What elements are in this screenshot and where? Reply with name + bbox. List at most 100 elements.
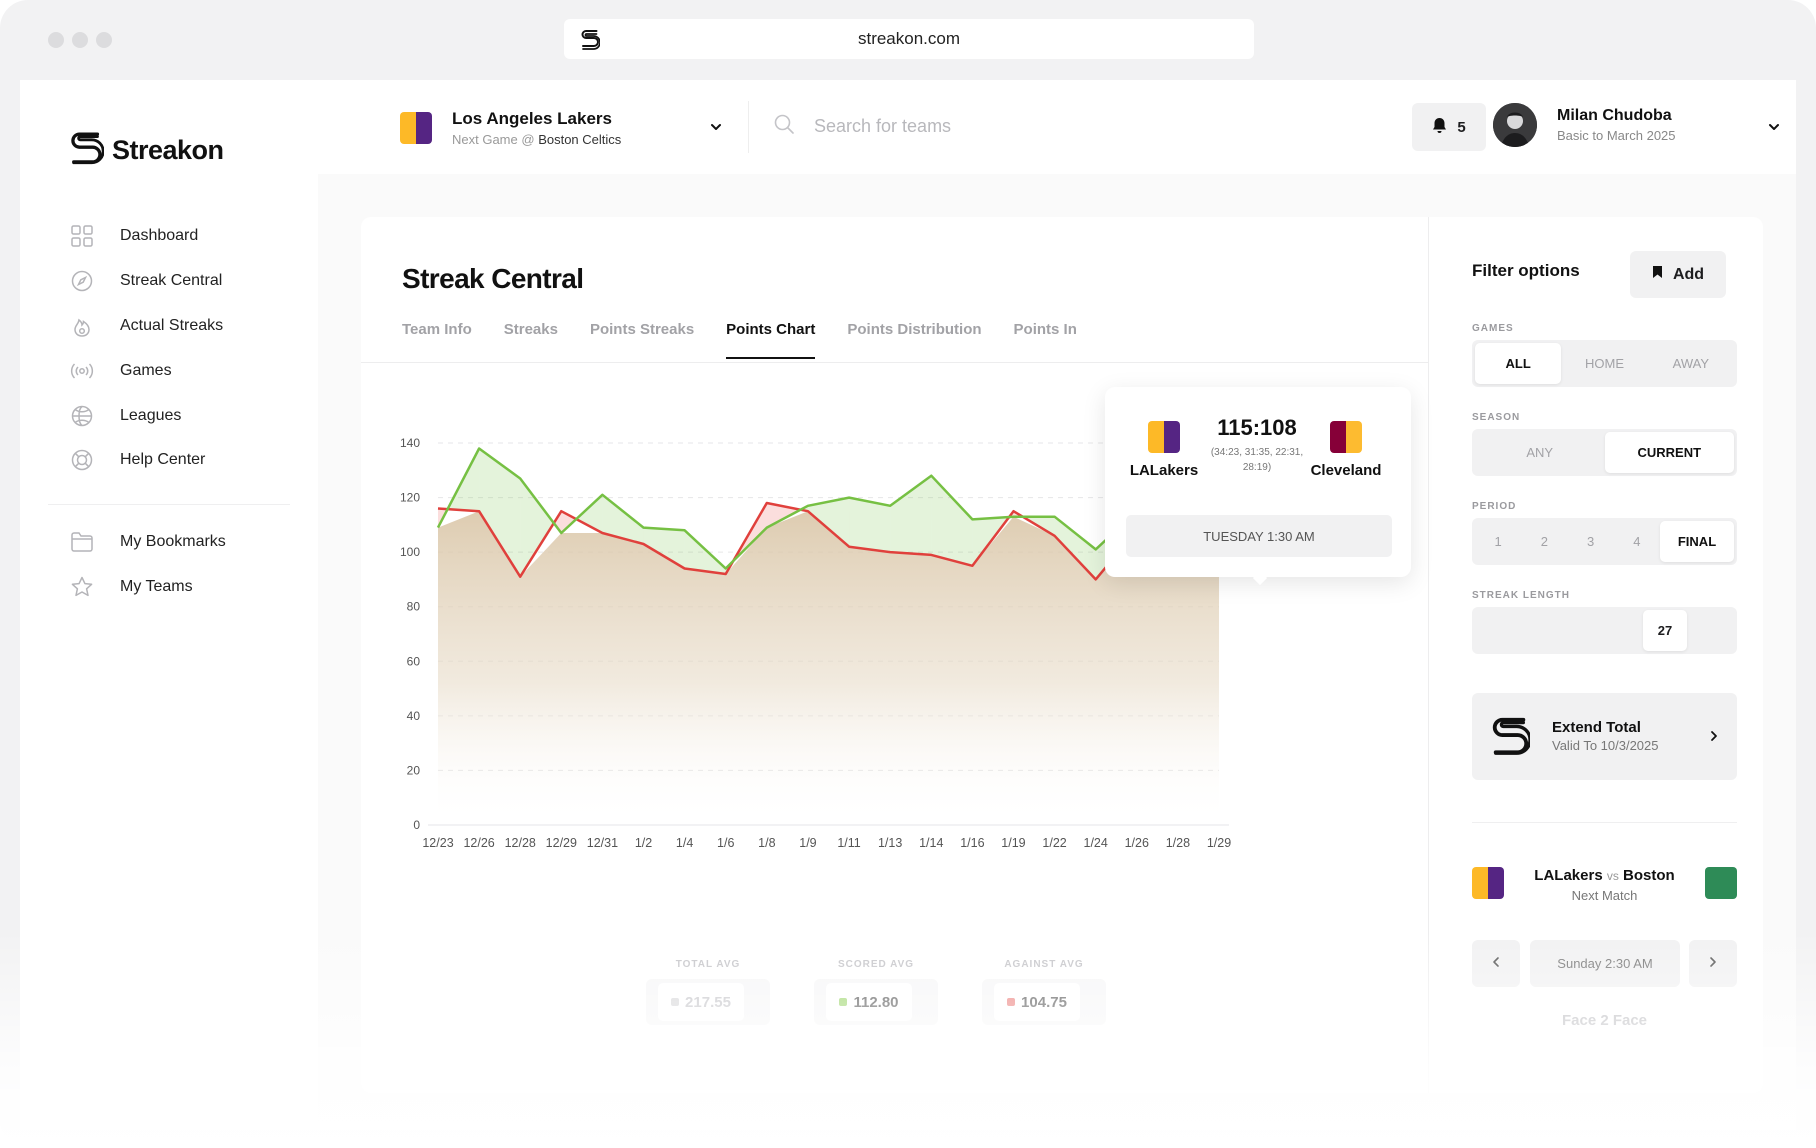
match-subtitle: Next Match: [1571, 888, 1638, 903]
previous-match-button[interactable]: [1472, 940, 1520, 987]
sidebar-item-streak-central[interactable]: Streak Central: [70, 259, 310, 304]
extend-total-card[interactable]: Extend Total Valid To 10/3/2025: [1472, 693, 1737, 780]
period-option-1[interactable]: 1: [1475, 521, 1521, 562]
filter-label: STREAK LENGTH: [1472, 590, 1570, 601]
chevron-down-icon[interactable]: [710, 118, 722, 136]
x-tick-label: 1/8: [758, 836, 775, 850]
stat-scored-avg: SCORED AVG 112.80: [814, 959, 938, 1025]
games-option-home[interactable]: HOME: [1561, 343, 1647, 384]
notifications-button[interactable]: 5: [1412, 103, 1486, 151]
period-option-final[interactable]: FINAL: [1660, 521, 1734, 562]
search-box[interactable]: Search for teams: [774, 114, 951, 139]
y-tick-label: 60: [407, 654, 421, 668]
period-option-4[interactable]: 4: [1614, 521, 1660, 562]
match-navigation: Sunday 2:30 AM: [1472, 940, 1737, 987]
streak-length-slider[interactable]: 27: [1472, 607, 1737, 654]
star-icon: [70, 575, 94, 599]
sidebar-item-actual-streaks[interactable]: Actual Streaks: [70, 304, 310, 349]
sidebar-item-dashboard[interactable]: Dashboard: [70, 214, 310, 259]
sidebar-item-games[interactable]: Games: [70, 348, 310, 393]
selected-team-name: Los Angeles Lakers: [452, 109, 612, 128]
streakon-logo-icon: [1490, 715, 1532, 762]
chevron-right-icon: [1709, 955, 1717, 973]
y-tick-label: 80: [407, 600, 421, 614]
x-tick-label: 1/16: [960, 836, 984, 850]
x-tick-label: 1/26: [1125, 836, 1149, 850]
match-time: Sunday 2:30 AM: [1530, 940, 1680, 987]
season-segmented-control: ANY CURRENT: [1472, 429, 1737, 476]
filter-title: Filter options: [1472, 261, 1580, 280]
tab-points-distribution[interactable]: Points Distribution: [847, 321, 981, 359]
search-icon: [774, 114, 794, 139]
sidebar-item-my-bookmarks[interactable]: My Bookmarks: [70, 520, 310, 565]
x-tick-label: 12/31: [587, 836, 618, 850]
filter-label: PERIOD: [1472, 501, 1517, 512]
close-window-button[interactable]: [48, 32, 64, 48]
next-game-text: Next Game @ Boston Celtics: [452, 132, 622, 147]
y-tick-label: 20: [407, 763, 421, 777]
address-bar[interactable]: streakon.com: [564, 19, 1254, 59]
stat-value: 104.75: [1021, 993, 1067, 1011]
tab-points-in[interactable]: Points In: [1014, 321, 1077, 359]
tab-bar: Team Info Streaks Points Streaks Points …: [402, 321, 1077, 359]
tab-streaks[interactable]: Streaks: [504, 321, 558, 359]
stat-value: 217.55: [685, 993, 731, 1011]
stat-label: TOTAL AVG: [675, 959, 741, 970]
bookmark-icon: [1652, 265, 1663, 284]
lakers-team-icon: [400, 112, 432, 144]
x-tick-label: 1/2: [635, 836, 652, 850]
streak-length-handle[interactable]: 27: [1643, 610, 1687, 651]
stat-value: 112.80: [853, 993, 899, 1011]
tooltip-away-team: Cleveland: [1301, 421, 1391, 479]
user-plan: Basic to March 2025: [1557, 128, 1676, 143]
flame-icon: [70, 314, 94, 338]
filter-label: SEASON: [1472, 412, 1521, 423]
compass-icon: [70, 269, 94, 293]
game-tooltip: LALakers 115:108 (34:23, 31:35, 22:31, 2…: [1105, 387, 1411, 586]
x-tick-label: 1/19: [1001, 836, 1025, 850]
games-filter: GAMES ALL HOME AWAY: [1472, 323, 1737, 387]
x-tick-label: 1/6: [717, 836, 734, 850]
next-match: LALakers vs Boston Next Match: [1472, 865, 1737, 905]
sidebar-item-help-center[interactable]: Help Center: [70, 438, 310, 483]
period-option-3[interactable]: 3: [1568, 521, 1614, 562]
add-bookmark-button[interactable]: Add: [1630, 251, 1726, 298]
period-filter: PERIOD 1 2 3 4 FINAL: [1472, 501, 1737, 565]
games-option-away[interactable]: AWAY: [1648, 343, 1734, 384]
x-tick-label: 1/22: [1042, 836, 1066, 850]
user-menu[interactable]: Milan Chudoba Basic to March 2025: [1493, 103, 1676, 147]
sidebar-divider: [48, 504, 290, 505]
filter-panel: Filter options Add GAMES ALL HOME AWAY S…: [1429, 217, 1763, 1093]
sidebar-item-my-teams[interactable]: My Teams: [70, 565, 310, 610]
lifebuoy-icon: [70, 448, 94, 472]
period-option-2[interactable]: 2: [1521, 521, 1567, 562]
brand-name: Streakon: [112, 135, 224, 165]
sidebar-item-label: My Teams: [120, 578, 193, 596]
face-2-face-link[interactable]: Face 2 Face: [1472, 1012, 1737, 1029]
chevron-down-icon[interactable]: [1768, 118, 1780, 136]
team-selector[interactable]: Los Angeles Lakers Next Game @ Boston Ce…: [400, 109, 621, 147]
match-title: LALakers vs Boston: [1534, 867, 1675, 884]
season-filter: SEASON ANY CURRENT: [1472, 412, 1737, 476]
tab-points-chart[interactable]: Points Chart: [726, 321, 816, 359]
minimize-window-button[interactable]: [72, 32, 88, 48]
tab-points-streaks[interactable]: Points Streaks: [590, 321, 694, 359]
sidebar-item-label: Dashboard: [120, 227, 199, 245]
x-tick-label: 1/29: [1207, 836, 1231, 850]
x-tick-label: 12/23: [422, 836, 453, 850]
sidebar-item-leagues[interactable]: Leagues: [70, 393, 310, 438]
tab-team-info[interactable]: Team Info: [402, 321, 472, 359]
ball-icon: [70, 404, 94, 428]
season-option-current[interactable]: CURRENT: [1604, 432, 1734, 473]
games-option-all[interactable]: ALL: [1475, 343, 1562, 384]
season-option-any[interactable]: ANY: [1475, 432, 1605, 473]
next-match-button[interactable]: [1689, 940, 1737, 987]
search-input[interactable]: Search for teams: [814, 116, 951, 137]
tooltip-game-time: TUESDAY 1:30 AM: [1126, 515, 1392, 557]
maximize-window-button[interactable]: [96, 32, 112, 48]
stat-against-avg: AGAINST AVG 104.75: [982, 959, 1106, 1025]
x-tick-label: 1/28: [1166, 836, 1190, 850]
brand[interactable]: Streakon: [68, 130, 224, 171]
sidebar: Streakon Dashboard Streak Central Actual…: [20, 80, 318, 1130]
y-tick-label: 40: [407, 709, 421, 723]
